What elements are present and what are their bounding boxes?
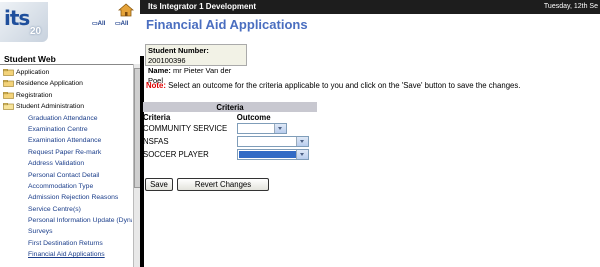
sidebar-item-surveys[interactable]: Surveys (0, 226, 132, 237)
student-info: Student Number: 200100396 Name: mr Piete… (145, 44, 247, 85)
outcome-select-community-service[interactable] (236, 123, 287, 134)
sidebar-item-accommodation-type[interactable]: Accommodation Type (0, 181, 132, 192)
name-label: Name: (148, 66, 171, 75)
divider-bar (140, 56, 144, 267)
revert-changes-button[interactable]: Revert Changes (177, 178, 269, 191)
sidebar-item-request-paper-remark[interactable]: Request Paper Re-mark (0, 147, 132, 158)
page-title: Financial Aid Applications (146, 17, 308, 32)
sidebar-item-financial-aid-applications[interactable]: Financial Aid Applications (0, 249, 132, 260)
sidebar-item-first-destination-returns[interactable]: First Destination Returns (0, 238, 132, 249)
instruction-note: Note: Select an outcome for the criteria… (146, 81, 520, 90)
save-button[interactable]: Save (145, 178, 173, 191)
criteria-table: Criteria Criteria Outcome COMMUNITY SERV… (143, 102, 317, 161)
logo-area: its 20 ▭All ▭All (0, 0, 140, 52)
outcome-select-nsfas[interactable] (236, 136, 309, 147)
sidebar-item-personal-contact-detail[interactable]: Personal Contact Detail (0, 170, 132, 181)
sidebar-title: Student Web (4, 54, 56, 64)
table-row: NSFAS (143, 135, 317, 148)
folder-open-icon (3, 103, 14, 110)
criteria-cell: NSFAS (143, 137, 169, 146)
criteria-cell: COMMUNITY SERVICE (143, 124, 228, 133)
sidebar-item-personal-information-update[interactable]: Personal Information Update (Dyna (0, 215, 132, 226)
sidebar-item-graduation-attendance[interactable]: Graduation Attendance (0, 113, 132, 124)
sidebar-item-application[interactable]: Application (0, 67, 132, 78)
folder-icon (3, 80, 14, 88)
criteria-cell: SOCCER PLAYER (143, 150, 209, 159)
student-number: 200100396 (148, 56, 186, 65)
table-row: SOCCER PLAYER (143, 148, 317, 161)
divider (0, 64, 140, 65)
sidebar-item-registration[interactable]: Registration (0, 90, 132, 101)
folder-icon (3, 91, 14, 99)
column-header-outcome: Outcome (236, 112, 271, 122)
sidebar-item-address-validation[interactable]: Address Validation (0, 158, 132, 169)
sidebar-item-residence-application[interactable]: Residence Application (0, 78, 132, 89)
note-text: Select an outcome for the criteria appli… (168, 81, 521, 90)
sidebar-menu: Application Residence Application Regist… (0, 67, 132, 267)
its-logo: its 20 (0, 2, 48, 42)
chevron-down-icon[interactable] (273, 124, 286, 133)
table-caption: Criteria (143, 102, 317, 112)
sidebar-item-examination-centre[interactable]: Examination Centre (0, 124, 132, 135)
expand-all-link[interactable]: ▭All (92, 20, 105, 27)
sidebar-item-student-administration[interactable]: Student Administration (0, 101, 132, 112)
outcome-select-soccer-player[interactable] (236, 149, 309, 160)
chevron-down-icon[interactable] (295, 150, 308, 159)
note-label: Note: (146, 81, 166, 90)
selected-highlight (238, 151, 296, 158)
left-panel: its 20 ▭All ▭All Student Web Application… (0, 0, 141, 267)
collapse-all-link[interactable]: ▭All (115, 20, 128, 27)
folder-icon (3, 69, 14, 76)
logo-number: 20 (30, 26, 42, 37)
logo-text: its (4, 6, 30, 30)
student-number-label: Student Number: (148, 46, 209, 55)
app-title: Its Integrator 1 Development (148, 2, 257, 11)
sidebar-item-admission-rejection-reasons[interactable]: Admission Rejection Reasons (0, 192, 132, 203)
home-icon[interactable] (118, 3, 134, 17)
sidebar-item-examination-attendance[interactable]: Examination Attendance (0, 135, 132, 146)
sidebar-item-service-centres[interactable]: Service Centre(s) (0, 204, 132, 215)
header-bar: Its Integrator 1 Development Tuesday, 12… (140, 0, 600, 14)
header-date: Tuesday, 12th Se (543, 3, 598, 10)
chevron-down-icon[interactable] (295, 137, 308, 146)
column-header-criteria: Criteria (143, 112, 171, 122)
table-row: COMMUNITY SERVICE (143, 122, 317, 135)
